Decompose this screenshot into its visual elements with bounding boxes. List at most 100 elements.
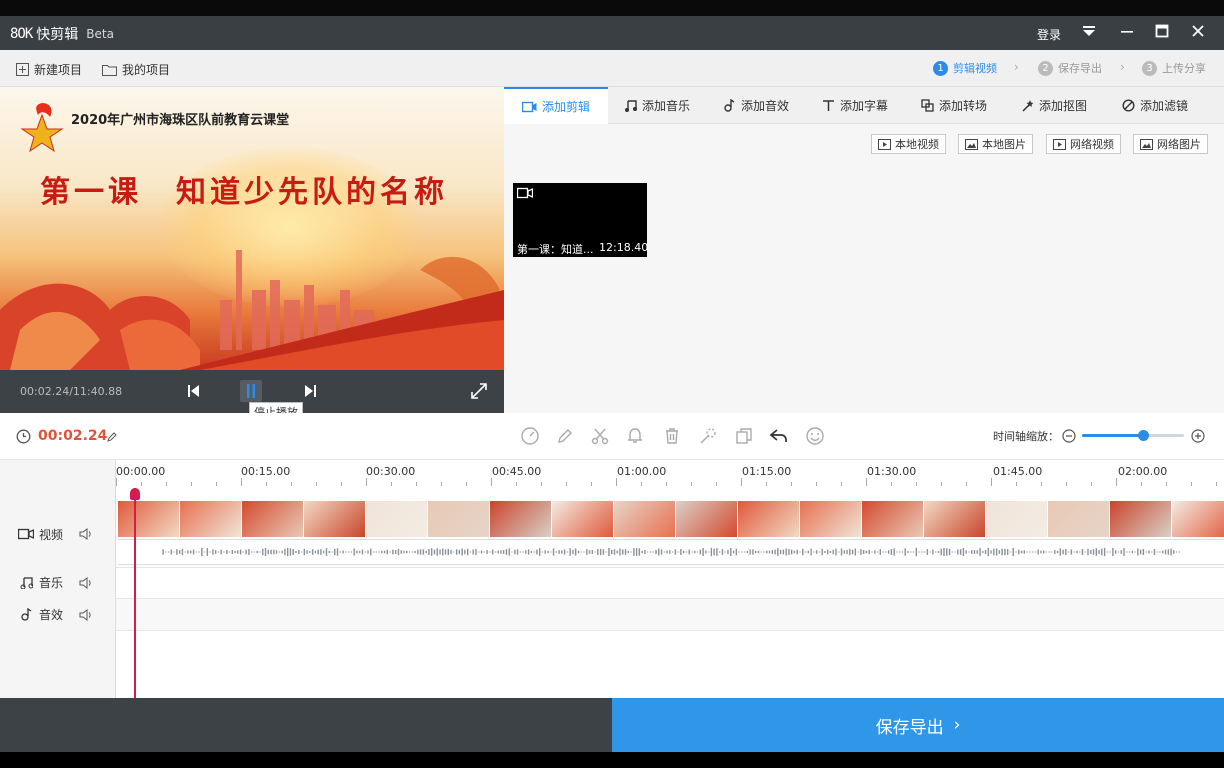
waveform-bar	[1015, 551, 1017, 553]
waveform-bar	[849, 548, 851, 556]
effects-track[interactable]	[116, 599, 1224, 630]
waveform-bar	[1031, 551, 1034, 553]
waveform-bar	[381, 550, 383, 554]
web-video-icon	[1053, 138, 1066, 150]
bell-icon[interactable]	[625, 426, 645, 446]
waveform-bar	[1076, 550, 1078, 554]
dropdown-menu-icon[interactable]	[1078, 22, 1100, 44]
tab-add-music[interactable]: 添加音乐	[624, 87, 690, 124]
minimize-icon[interactable]	[1116, 22, 1138, 44]
effects-track-header: 音效	[0, 599, 116, 630]
tab-add-clip[interactable]: 添加剪辑	[504, 87, 608, 124]
waveform-bar	[1156, 551, 1158, 553]
zoom-out-icon[interactable]	[1062, 429, 1076, 443]
timeline[interactable]: 视频 音乐 音效 00:00.00 00:15.00 00:30.00 00:4…	[0, 460, 1224, 698]
login-link[interactable]: 登录	[1037, 26, 1061, 43]
speaker-icon[interactable]	[79, 576, 93, 589]
waveform-bar	[608, 547, 610, 557]
waveform-bar	[815, 550, 818, 554]
ruler-tick	[241, 478, 242, 486]
tab-add-transition[interactable]: 添加转场	[921, 87, 987, 124]
step-upload-share[interactable]: 3 上传分享	[1142, 60, 1206, 76]
magic-cut-icon[interactable]	[698, 426, 718, 446]
speaker-icon[interactable]	[79, 608, 93, 621]
waveform-bar	[165, 551, 167, 553]
web-video-button[interactable]: 网络视频	[1046, 134, 1121, 154]
waveform-bar	[173, 551, 175, 553]
maximize-icon[interactable]	[1151, 22, 1173, 44]
web-image-button[interactable]: 网络图片	[1133, 134, 1208, 154]
step-edit-video[interactable]: 1 剪辑视频	[933, 60, 997, 76]
waveform-bar	[325, 548, 328, 556]
media-clip[interactable]: 第一课：知道... 12:18.40	[513, 183, 649, 257]
previous-frame-icon[interactable]	[182, 380, 204, 402]
close-icon[interactable]	[1187, 22, 1209, 44]
zoom-slider-thumb[interactable]	[1138, 430, 1150, 441]
zoom-slider[interactable]	[1082, 430, 1184, 441]
waveform-bar	[871, 551, 873, 553]
music-note-icon	[20, 577, 33, 589]
local-video-button[interactable]: 本地视频	[871, 134, 946, 154]
waveform-bar	[810, 548, 812, 556]
waveform-bar	[400, 550, 402, 554]
video-frame-thumbnail	[924, 501, 986, 537]
video-track[interactable]	[118, 501, 1224, 567]
trash-icon[interactable]	[662, 426, 682, 446]
pause-button[interactable]	[240, 380, 262, 402]
undo-icon[interactable]	[769, 426, 789, 446]
tab-add-sound-effect[interactable]: 添加音效	[723, 87, 789, 124]
edit-time-icon[interactable]	[107, 432, 117, 442]
zoom-in-icon[interactable]	[1191, 429, 1205, 443]
waveform-bar	[738, 551, 740, 553]
waveform-bar	[1164, 549, 1167, 555]
next-frame-icon[interactable]	[300, 380, 322, 402]
waveform-bar	[1162, 550, 1164, 554]
scissors-icon[interactable]	[590, 426, 610, 446]
waveform-bar	[1095, 548, 1097, 556]
waveform-bar	[907, 551, 909, 553]
waveform-bar	[1148, 550, 1150, 554]
save-export-button[interactable]: 保存导出 ›	[612, 698, 1224, 752]
ruler-tick	[991, 478, 992, 486]
copy-icon[interactable]	[734, 426, 754, 446]
video-preview[interactable]: 2020年广州市海珠区队前教育云课堂 第一课 知道少先队的名称	[0, 87, 504, 370]
video-camera-icon	[521, 101, 537, 112]
waveform-bar	[591, 550, 593, 554]
waveform-bar	[1059, 548, 1061, 556]
waveform-bar	[929, 551, 931, 553]
waveform-bar	[1034, 551, 1037, 553]
step-save-export[interactable]: 2 保存导出	[1038, 60, 1102, 76]
video-frame-thumbnail	[986, 501, 1048, 537]
tab-add-subtitle[interactable]: 添加字幕	[822, 87, 888, 124]
ruler-tick	[391, 482, 392, 486]
waveform-bar	[707, 551, 710, 553]
my-projects-button[interactable]: 我的项目	[102, 61, 170, 78]
waveform-bar	[328, 550, 330, 554]
ruler-label: 01:30.00	[867, 465, 917, 478]
waveform-bar	[508, 548, 510, 556]
video-thumbnails[interactable]	[118, 501, 1224, 537]
waveform-bar	[378, 551, 380, 553]
waveform-bar	[677, 551, 679, 553]
new-project-button[interactable]: 新建项目	[16, 61, 82, 78]
speaker-icon[interactable]	[79, 528, 93, 540]
waveform-bar	[785, 548, 787, 556]
waveform-bar	[624, 549, 627, 555]
fullscreen-icon[interactable]	[468, 380, 490, 402]
ruler-label: 00:00.00	[116, 465, 166, 478]
sticker-icon[interactable]	[805, 426, 825, 446]
ruler-tick	[691, 482, 692, 486]
tab-add-cutout[interactable]: 添加抠图	[1021, 87, 1087, 124]
waveform-bar	[483, 551, 485, 553]
waveform-bar	[248, 548, 250, 556]
local-image-button[interactable]: 本地图片	[958, 134, 1033, 154]
speed-icon[interactable]	[520, 426, 540, 446]
clip-duration: 12:18.40	[599, 241, 649, 254]
waveform-bar	[641, 550, 643, 554]
playhead-handle[interactable]	[130, 488, 140, 500]
tab-add-filter[interactable]: 添加滤镜	[1122, 87, 1188, 124]
pencil-icon[interactable]	[555, 426, 575, 446]
time-ruler[interactable]: 00:00.00 00:15.00 00:30.00 00:45.00 01:0…	[116, 460, 1224, 486]
playhead[interactable]	[134, 488, 136, 702]
waveform-bar	[1045, 551, 1048, 553]
